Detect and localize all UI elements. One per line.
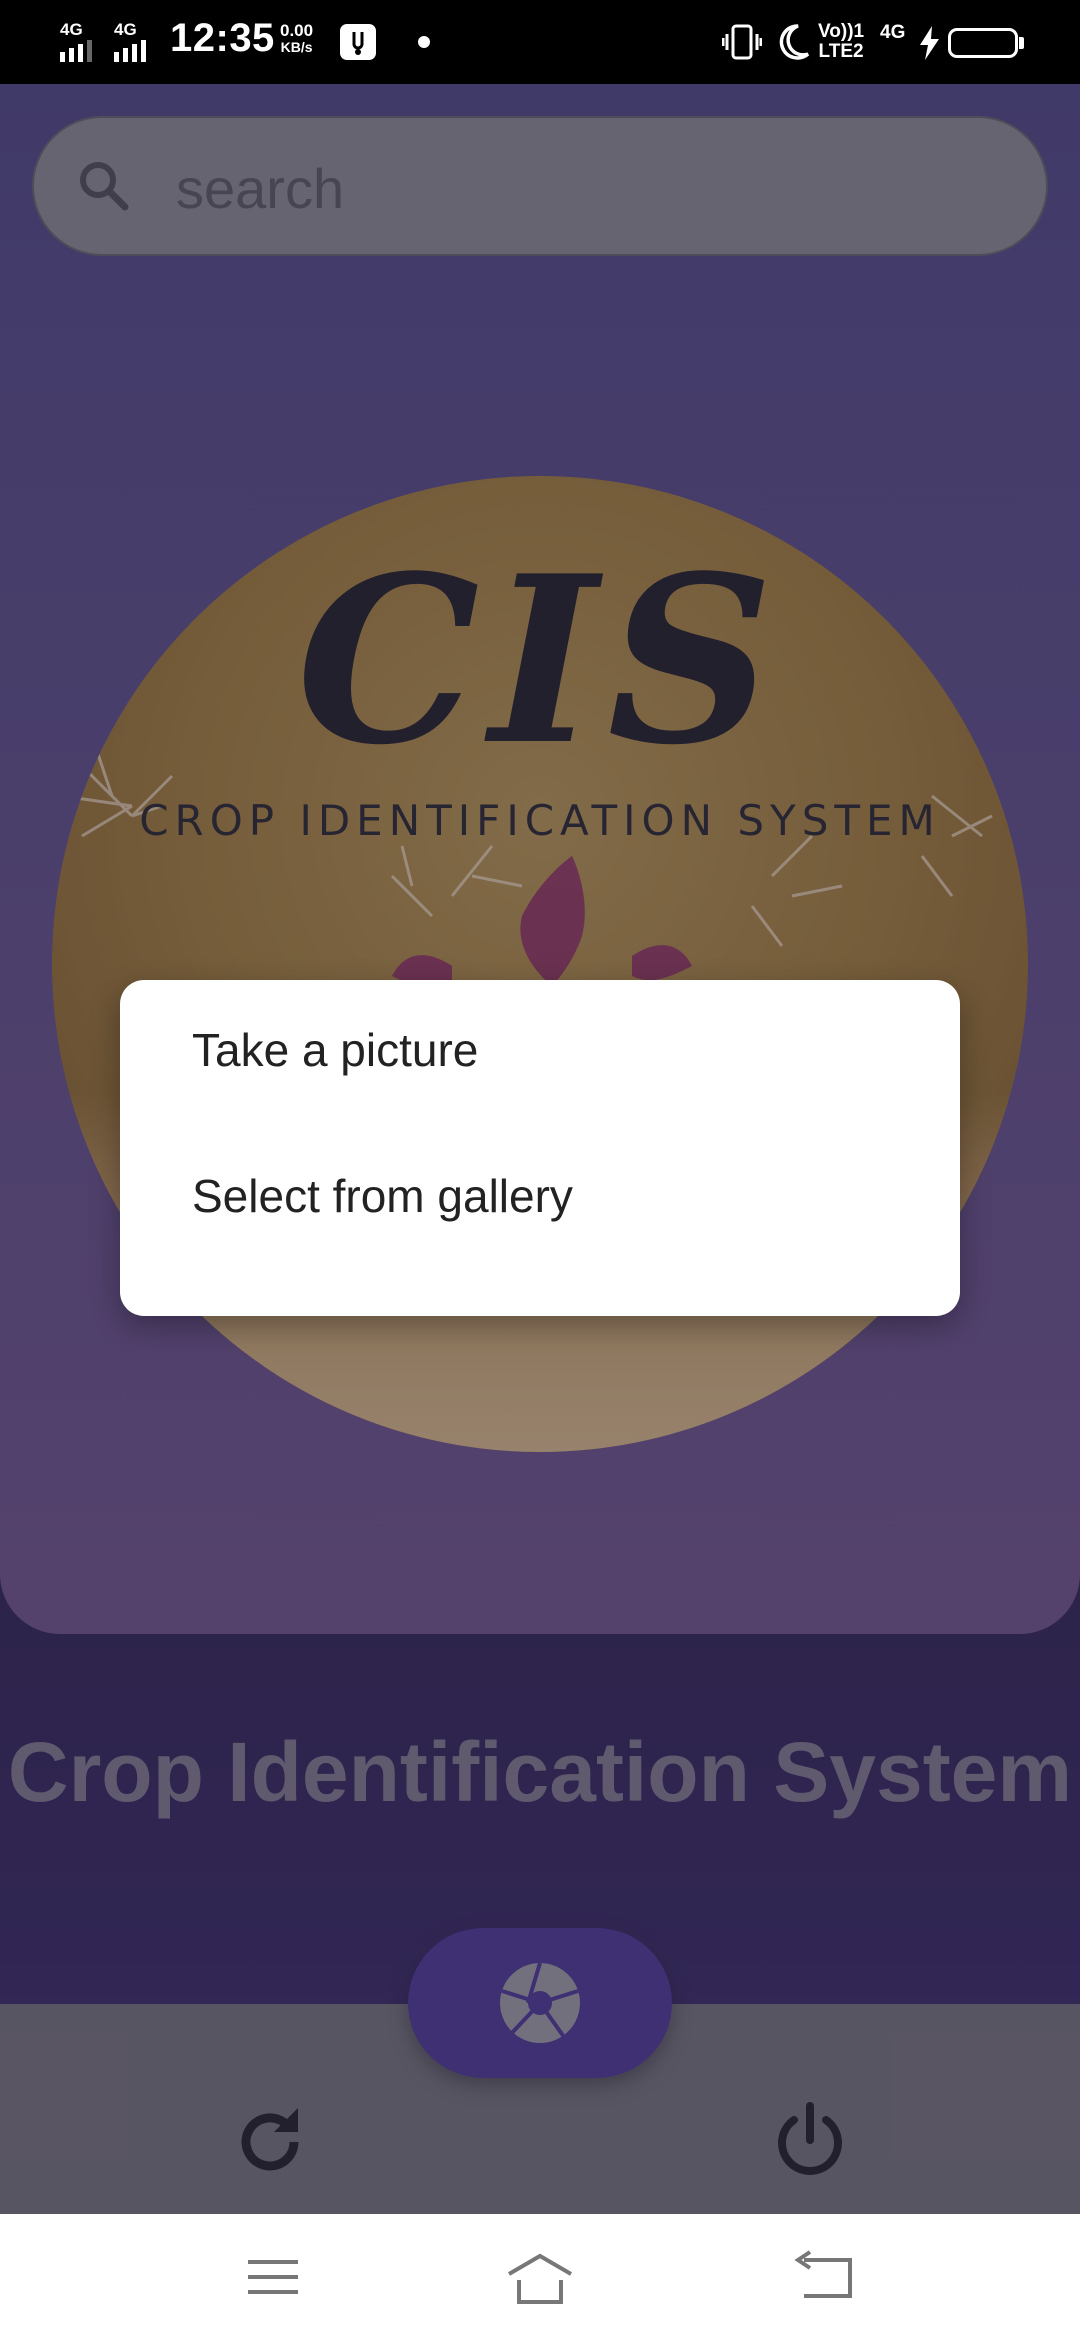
- take-picture-option[interactable]: Take a picture: [120, 980, 960, 1120]
- status-bar: 4G 4G 12:35 0.00 KB/s Vo))1 LTE2 4G 87: [0, 0, 1080, 84]
- vibrate-icon: [722, 24, 762, 60]
- system-navigation-bar: [0, 2214, 1080, 2340]
- network-speed-unit: KB/s: [280, 39, 313, 55]
- image-source-dialog: Take a picture Select from gallery: [120, 980, 960, 1316]
- network-type-data: 4G: [880, 22, 906, 43]
- volte-label: Vo))1: [818, 21, 865, 42]
- battery-icon: 87: [948, 28, 1018, 58]
- home-icon[interactable]: [505, 2244, 575, 2310]
- network-speed-value: 0.00: [280, 21, 314, 40]
- select-from-gallery-option[interactable]: Select from gallery: [120, 1126, 960, 1266]
- signal-icon-sim1: [60, 40, 92, 62]
- clock: 12:35: [170, 16, 275, 60]
- charging-bolt-icon: [920, 26, 939, 60]
- signal-icon-sim2: [114, 40, 146, 62]
- network-speed: 0.00 KB/s: [280, 22, 313, 56]
- network-type-sim1: 4G: [60, 20, 83, 39]
- network-type-sim2: 4G: [114, 20, 137, 39]
- do-not-disturb-moon-icon: [779, 24, 810, 60]
- volte-indicator: Vo))1 LTE2: [818, 22, 864, 62]
- battery-level: 87: [971, 32, 995, 54]
- back-icon[interactable]: [790, 2244, 860, 2310]
- lte-label: LTE2: [818, 41, 864, 62]
- notification-dot-icon: [418, 36, 430, 48]
- usb-debug-icon: [340, 24, 376, 60]
- battery-tip: [1019, 37, 1024, 49]
- menu-icon[interactable]: [238, 2244, 308, 2310]
